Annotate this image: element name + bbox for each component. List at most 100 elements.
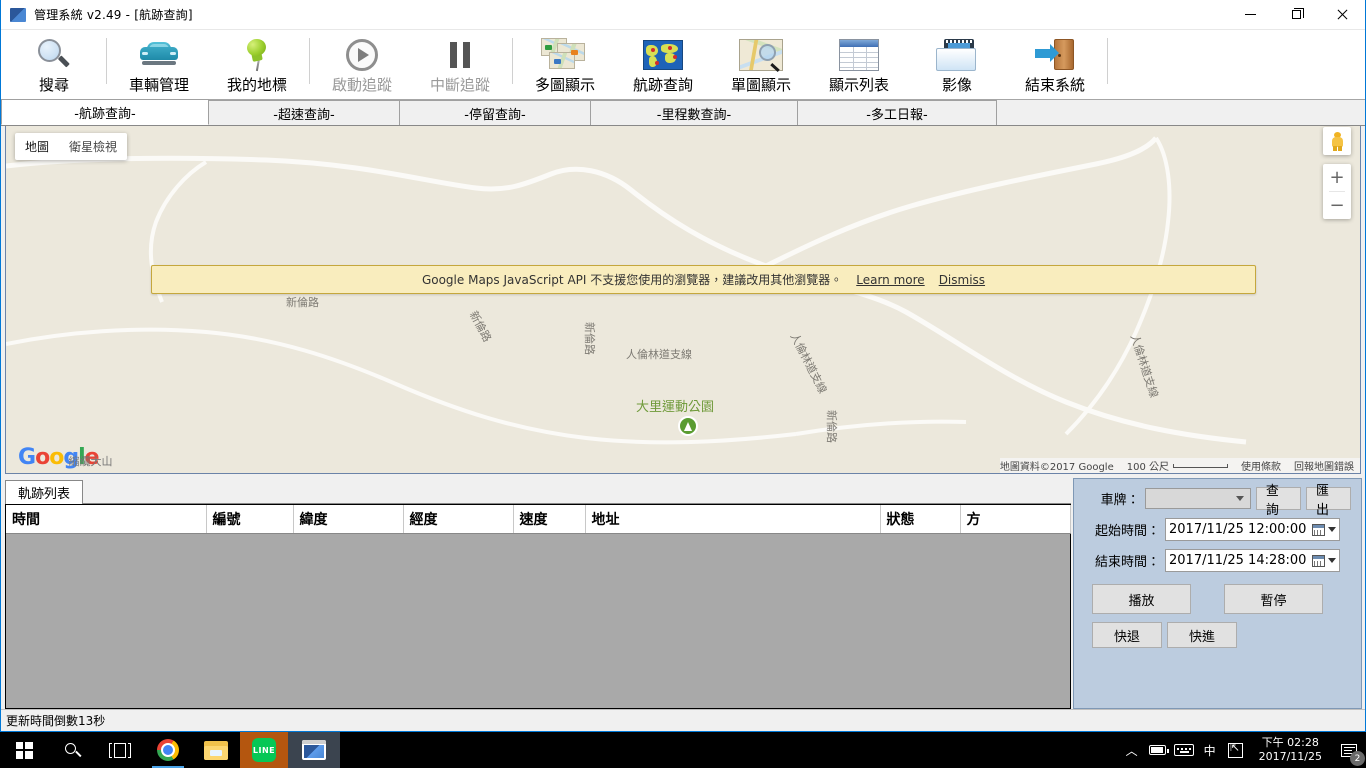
plate-select[interactable]	[1144, 488, 1251, 509]
column-header-longitude[interactable]: 經度	[403, 505, 514, 534]
tab-stop-query[interactable]: -停留查詢-	[399, 100, 591, 125]
toolbar-item-video[interactable]: 影像	[908, 30, 1006, 98]
table-header-row: 時間 編號 緯度 經度 速度 地址 狀態 方	[6, 505, 1071, 534]
toolbar-item-single-map[interactable]: 單圖顯示	[712, 30, 810, 98]
map-type-satellite[interactable]: 衛星檢視	[59, 138, 127, 155]
toolbar-item-start-tracking[interactable]: 啟動追蹤	[313, 30, 411, 98]
task-view-button[interactable]	[96, 732, 144, 768]
calendar-icon	[1312, 554, 1325, 567]
toolbar-item-vehicle-management[interactable]: 車輛管理	[110, 30, 208, 98]
column-header-id[interactable]: 編號	[206, 505, 294, 534]
rewind-button[interactable]: 快退	[1092, 622, 1162, 648]
tray-chevron-up-icon[interactable]: ︿	[1119, 732, 1145, 768]
map-type-map[interactable]: 地圖	[15, 138, 59, 155]
map-area[interactable]: 新倫路 新倫路 新倫路 人倫林道支線 人倫林道支線 新倫路 人倫林道支線 新倫路…	[5, 126, 1361, 474]
start-time-label: 起始時間：	[1094, 524, 1160, 539]
tab-mileage-query[interactable]: -里程數查詢-	[590, 100, 798, 125]
play-circle-icon	[346, 36, 378, 74]
map-type-control[interactable]: 地圖 衛星檢視	[15, 133, 128, 160]
taskbar-clock[interactable]: 下午 02:28 2017/11/25	[1249, 732, 1332, 768]
dismiss-link[interactable]: Dismiss	[939, 273, 985, 287]
pegman-street-view-icon[interactable]	[1323, 127, 1351, 155]
tab-track-query[interactable]: -航跡查詢-	[1, 99, 209, 125]
column-header-latitude[interactable]: 緯度	[293, 505, 404, 534]
taskbar-app-file-explorer[interactable]	[192, 732, 240, 768]
start-time-value: 2017/11/25 12:00:00	[1169, 522, 1307, 537]
map-road-label: 新倫路	[286, 296, 319, 309]
column-header-speed[interactable]: 速度	[513, 505, 586, 534]
windows-taskbar: LINE ︿ 中 下午 02:28 2017/11/25 2	[0, 732, 1366, 768]
zoom-out-button[interactable]: −	[1323, 192, 1351, 219]
toolbar-item-my-landmarks[interactable]: 我的地標	[208, 30, 306, 98]
column-header-address[interactable]: 地址	[585, 505, 881, 534]
toolbar-item-track-query[interactable]: 航跡查詢	[614, 30, 712, 98]
end-time-input[interactable]: 2017/11/25 14:28:00	[1165, 549, 1340, 572]
map-canvas[interactable]: 新倫路 新倫路 新倫路 人倫林道支線 人倫林道支線 新倫路 人倫林道支線 新倫路…	[6, 126, 1360, 473]
toolbar-label: 影像	[941, 76, 972, 94]
main-toolbar: 搜尋 車輛管理 我的地標 啟動追蹤 中斷追蹤 多圖顯示 航跡查詢 單圖顯示 顯示…	[1, 30, 1365, 100]
ime-language-indicator[interactable]: 中	[1197, 732, 1223, 768]
minimize-button[interactable]	[1227, 0, 1273, 30]
tabstrip-filler	[83, 480, 1071, 504]
tab-track-list[interactable]: 軌跡列表	[5, 480, 84, 504]
column-header-status[interactable]: 狀態	[880, 505, 961, 534]
maximize-button[interactable]	[1273, 0, 1319, 30]
query-panel: 車牌： 查詢 匯出 起始時間： 2017/11/25 12:00:00 結束時間…	[1073, 478, 1362, 709]
end-time-row: 結束時間： 2017/11/25 14:28:00	[1080, 549, 1351, 572]
track-list-grid[interactable]: 時間 編號 緯度 經度 速度 地址 狀態 方	[5, 504, 1071, 709]
toolbar-separator	[106, 38, 107, 84]
taskbar-search-button[interactable]	[48, 732, 96, 768]
learn-more-link[interactable]: Learn more	[856, 273, 924, 287]
notification-center-button[interactable]: 2	[1332, 732, 1366, 768]
close-button[interactable]	[1319, 0, 1365, 30]
plate-label: 車牌：	[1100, 493, 1140, 508]
taskbar-app-line[interactable]: LINE	[240, 732, 288, 768]
track-list-empty-body[interactable]	[6, 534, 1070, 708]
map-report-link[interactable]: 回報地圖錯誤	[1294, 458, 1354, 473]
toolbar-label: 搜尋	[38, 76, 69, 94]
map-terms-link[interactable]: 使用條款	[1241, 458, 1281, 473]
restore-icon	[1291, 8, 1304, 19]
toolbar-item-exit-system[interactable]: 結束系統	[1006, 30, 1104, 98]
keyboard-icon[interactable]	[1171, 732, 1197, 768]
zoom-in-button[interactable]: +	[1323, 164, 1351, 191]
battery-icon[interactable]	[1145, 732, 1171, 768]
park-tree-marker	[678, 416, 698, 436]
ime-mode-icon[interactable]	[1223, 732, 1249, 768]
car-icon	[139, 36, 179, 74]
toolbar-label: 我的地標	[226, 76, 287, 94]
search-icon	[64, 742, 82, 759]
toolbar-item-multi-map[interactable]: 多圖顯示	[516, 30, 614, 98]
toolbar-item-search[interactable]: 搜尋	[5, 30, 103, 98]
toolbar-item-stop-tracking[interactable]: 中斷追蹤	[411, 30, 509, 98]
map-scale-line	[1173, 463, 1228, 468]
chevron-down-icon[interactable]	[1328, 558, 1336, 563]
column-header-direction[interactable]: 方	[960, 505, 1071, 534]
toolbar-label: 顯示列表	[828, 76, 889, 94]
map-zoom-control[interactable]: + −	[1323, 164, 1351, 219]
play-button[interactable]: 播放	[1092, 584, 1191, 614]
tab-speeding-query[interactable]: -超速查詢-	[208, 100, 400, 125]
toolbar-label: 車輛管理	[128, 76, 189, 94]
globe-icon	[643, 36, 683, 74]
chevron-down-icon	[1235, 496, 1244, 501]
tab-daily-report[interactable]: -多工日報-	[797, 100, 997, 125]
toolbar-item-show-list[interactable]: 顯示列表	[810, 30, 908, 98]
taskbar-app-management-system[interactable]	[288, 732, 340, 768]
taskbar-app-chrome[interactable]	[144, 732, 192, 768]
notification-badge: 2	[1350, 751, 1365, 766]
minimize-icon	[1244, 14, 1256, 15]
track-list-tabstrip: 軌跡列表	[5, 478, 1071, 504]
query-button[interactable]: 查詢	[1255, 484, 1301, 518]
pause-button[interactable]: 暫停	[1224, 584, 1323, 614]
query-tabstrip: -航跡查詢- -超速查詢- -停留查詢- -里程數查詢- -多工日報-	[1, 99, 1365, 126]
start-time-input[interactable]: 2017/11/25 12:00:00	[1165, 518, 1340, 541]
status-text: 更新時間倒數13秒	[6, 714, 106, 728]
column-header-time[interactable]: 時間	[6, 505, 207, 534]
pushpin-icon	[243, 36, 271, 74]
forward-button[interactable]: 快進	[1167, 622, 1237, 648]
export-button[interactable]: 匯出	[1305, 484, 1351, 518]
start-button[interactable]	[0, 732, 48, 768]
file-explorer-icon	[204, 740, 228, 760]
chevron-down-icon[interactable]	[1328, 527, 1336, 532]
